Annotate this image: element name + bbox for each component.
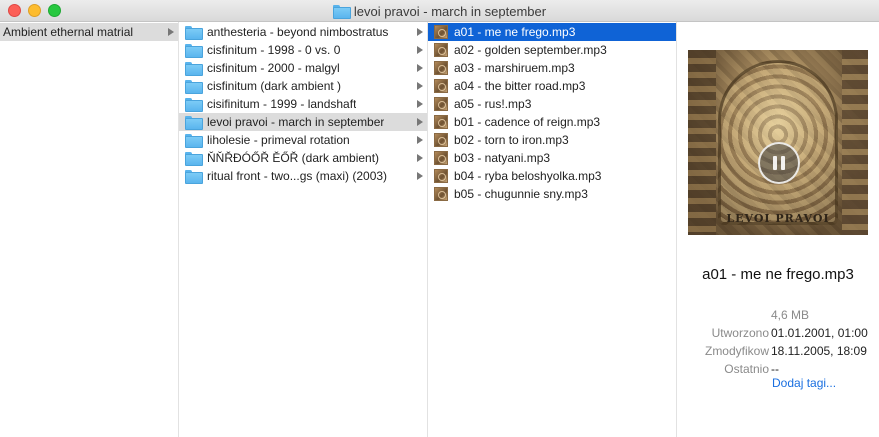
file-label: a01 - me ne frego.mp3 [454, 25, 576, 39]
mp3-file-icon [434, 115, 448, 129]
album-artwork[interactable]: LEVOI PRAVOI [688, 50, 868, 235]
file-item[interactable]: b04 - ryba beloshyolka.mp3 [428, 167, 676, 185]
file-label: a02 - golden september.mp3 [454, 43, 607, 57]
disclosure-arrow-icon [417, 46, 423, 54]
folder-label: cisfinitum - 1998 - 0 vs. 0 [207, 43, 341, 57]
disclosure-arrow-icon [417, 64, 423, 72]
column1-item-ambient[interactable]: Ambient ethernal matrial [0, 23, 178, 41]
folder-label: cisifinitum - 1999 - landshaft [207, 97, 357, 111]
finder-window: levoi pravoi - march in september Ambien… [0, 0, 879, 437]
disclosure-arrow-icon [417, 28, 423, 36]
folder-icon [332, 5, 351, 19]
file-label: b02 - torn to iron.mp3 [454, 133, 569, 147]
folder-item[interactable]: ritual front - two...gs (maxi) (2003) [179, 167, 427, 185]
file-item[interactable]: b01 - cadence of reign.mp3 [428, 113, 676, 131]
mp3-file-icon [434, 151, 448, 165]
disclosure-arrow-icon [417, 100, 423, 108]
file-item[interactable]: b05 - chugunnie sny.mp3 [428, 185, 676, 203]
last-opened-label: Ostatnio [724, 362, 769, 376]
created-label: Utworzono [711, 326, 769, 340]
file-label: b04 - ryba beloshyolka.mp3 [454, 169, 602, 183]
disclosure-arrow-icon [417, 154, 423, 162]
mp3-file-icon [434, 79, 448, 93]
file-item[interactable]: b02 - torn to iron.mp3 [428, 131, 676, 149]
mp3-file-icon [434, 61, 448, 75]
disclosure-arrow-icon [417, 172, 423, 180]
browser-column-1[interactable]: Ambient ethernal matrial [0, 22, 179, 437]
artwork-ornament-right [842, 50, 868, 235]
folder-item[interactable]: ŇŇŘĐÓŐŘ ĚŐŘ (dark ambient) [179, 149, 427, 167]
folder-item[interactable]: liholesie - primeval rotation [179, 131, 427, 149]
folder-icon [185, 170, 203, 184]
folder-item[interactable]: cisfinitum - 2000 - malgyl [179, 59, 427, 77]
add-tags-link[interactable]: Dodaj tagi... [772, 376, 836, 390]
file-item[interactable]: b03 - natyani.mp3 [428, 149, 676, 167]
folder-label: cisfinitum - 2000 - malgyl [207, 61, 340, 75]
file-label: b01 - cadence of reign.mp3 [454, 115, 601, 129]
mp3-file-icon [434, 43, 448, 57]
file-label: b05 - chugunnie sny.mp3 [454, 187, 588, 201]
mp3-file-icon [434, 169, 448, 183]
file-item-selected[interactable]: a01 - me ne frego.mp3 [428, 23, 676, 41]
folder-icon [185, 152, 203, 166]
folder-item-selected[interactable]: levoi pravoi - march in september [179, 113, 427, 131]
meta-modified-row: Zmodyfikow 18.11.2005, 18:09 [677, 344, 879, 362]
artwork-text: LEVOI PRAVOI [726, 212, 830, 225]
folder-item[interactable]: cisfinitum - 1998 - 0 vs. 0 [179, 41, 427, 59]
file-label: b03 - natyani.mp3 [454, 151, 551, 165]
file-metadata: 4,6 MB Utworzono 01.01.2001, 01:00 Zmody… [677, 308, 879, 380]
file-label: a04 - the bitter road.mp3 [454, 79, 586, 93]
folder-label: levoi pravoi - march in september [207, 115, 385, 129]
file-item[interactable]: a04 - the bitter road.mp3 [428, 77, 676, 95]
title-bar[interactable]: levoi pravoi - march in september [0, 0, 879, 22]
pause-icon[interactable] [758, 142, 800, 184]
browser-column-3[interactable]: a01 - me ne frego.mp3 a02 - golden septe… [428, 22, 677, 437]
folder-icon [185, 44, 203, 58]
disclosure-arrow-icon [168, 28, 174, 36]
folder-icon [185, 98, 203, 112]
file-item[interactable]: a02 - golden september.mp3 [428, 41, 676, 59]
disclosure-arrow-icon [417, 136, 423, 144]
folder-icon [185, 26, 203, 40]
file-item[interactable]: a03 - marshiruem.mp3 [428, 59, 676, 77]
last-opened-value: -- [771, 362, 779, 376]
modified-label: Zmodyfikow [704, 344, 769, 358]
disclosure-arrow-icon [417, 118, 423, 126]
mp3-file-icon [434, 187, 448, 201]
file-label: a05 - rus!.mp3 [454, 97, 532, 111]
mp3-file-icon [434, 25, 448, 39]
folder-label: ŇŇŘĐÓŐŘ ĚŐŘ (dark ambient) [207, 151, 380, 165]
browser-column-2[interactable]: anthesteria - beyond nimbostratus cisfin… [179, 22, 428, 437]
disclosure-arrow-icon [417, 82, 423, 90]
modified-value: 18.11.2005, 18:09 [771, 344, 867, 358]
folder-item[interactable]: cisifinitum - 1999 - landshaft [179, 95, 427, 113]
file-size: 4,6 MB [771, 308, 810, 322]
artwork-ornament-left [688, 50, 716, 235]
folder-label: cisfinitum (dark ambient ) [207, 79, 342, 93]
folder-label: anthesteria - beyond nimbostratus [207, 25, 389, 39]
folder-icon [185, 134, 203, 148]
file-label: a03 - marshiruem.mp3 [454, 61, 575, 75]
window-title-area: levoi pravoi - march in september [0, 0, 879, 22]
folder-icon [185, 116, 203, 130]
preview-pane: LEVOI PRAVOI a01 - me ne frego.mp3 4,6 M… [677, 22, 879, 437]
folder-icon [185, 80, 203, 94]
folder-label: liholesie - primeval rotation [207, 133, 350, 147]
created-value: 01.01.2001, 01:00 [771, 326, 868, 340]
column1-item-label: Ambient ethernal matrial [3, 25, 134, 39]
folder-item[interactable]: cisfinitum (dark ambient ) [179, 77, 427, 95]
preview-file-name: a01 - me ne frego.mp3 [702, 266, 854, 283]
meta-created-row: Utworzono 01.01.2001, 01:00 [677, 326, 879, 344]
folder-icon [185, 62, 203, 76]
folder-label: ritual front - two...gs (maxi) (2003) [207, 169, 388, 183]
mp3-file-icon [434, 133, 448, 147]
mp3-file-icon [434, 97, 448, 111]
folder-item[interactable]: anthesteria - beyond nimbostratus [179, 23, 427, 41]
window-title: levoi pravoi - march in september [353, 3, 547, 19]
file-item[interactable]: a05 - rus!.mp3 [428, 95, 676, 113]
meta-size-row: 4,6 MB [677, 308, 879, 326]
